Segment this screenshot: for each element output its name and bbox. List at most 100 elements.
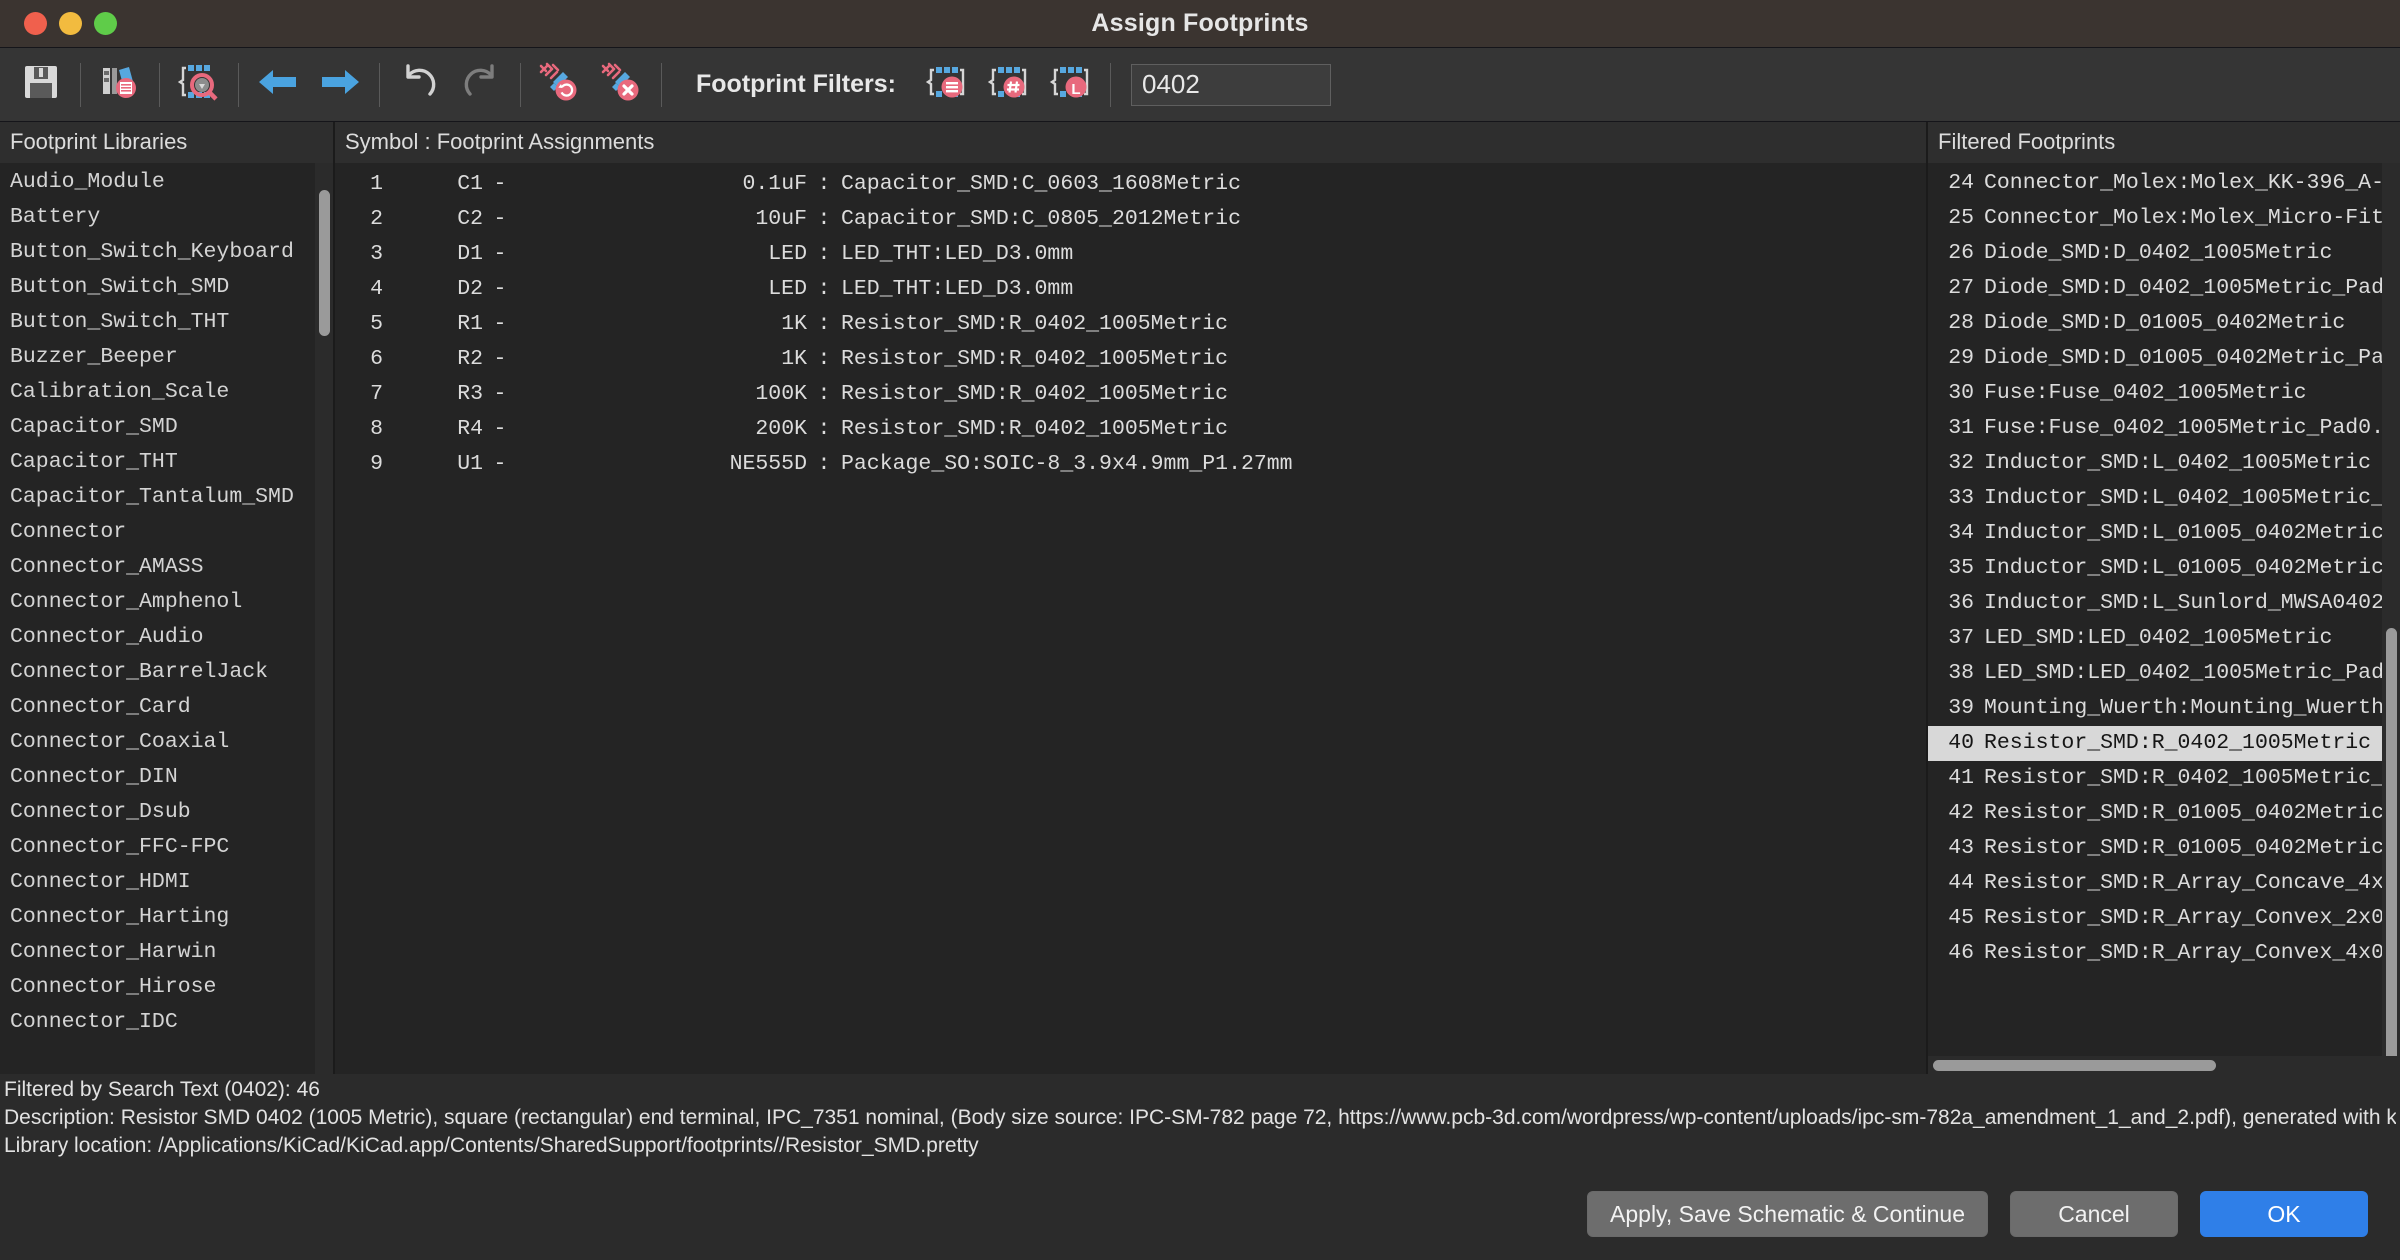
filtered-footprint-row[interactable]: 24 Connector_Molex:Molex_KK-396_A-41791-0… bbox=[1928, 166, 2400, 201]
apply-save-continue-button[interactable]: Apply, Save Schematic & Continue bbox=[1587, 1191, 1988, 1237]
filtered-footprint-row[interactable]: 25 Connector_Molex:Molex_Micro-Fit_3.0_43… bbox=[1928, 201, 2400, 236]
next-unassigned-button[interactable] bbox=[309, 54, 371, 116]
assignment-row[interactable]: 9 U1- NE555D: Package_SO:SOIC-8_3.9x4.9mm_P… bbox=[335, 447, 1926, 482]
library-list-item[interactable]: Connector_Card bbox=[0, 690, 333, 725]
assignment-row[interactable]: 6 R2- 1K: Resistor_SMD:R_0402_1005Metric bbox=[335, 342, 1926, 377]
filtered-footprint-row[interactable]: 36 Inductor_SMD:L_Sunlord_MWSA0402S bbox=[1928, 586, 2400, 621]
filter-by-pin-count-button[interactable] bbox=[978, 54, 1040, 116]
minimize-window-button[interactable] bbox=[59, 12, 82, 35]
filtered-footprint-row[interactable]: 41 Resistor_SMD:R_0402_1005Metric_Pad0.72… bbox=[1928, 761, 2400, 796]
scrollbar-thumb[interactable] bbox=[2386, 627, 2397, 1074]
scrollbar-thumb[interactable] bbox=[1932, 1060, 2216, 1071]
ok-button[interactable]: OK bbox=[2200, 1191, 2368, 1237]
assignment-reference: R1 bbox=[457, 312, 483, 336]
library-list-item[interactable]: Connector_Dsub bbox=[0, 795, 333, 830]
redo-button[interactable] bbox=[450, 54, 512, 116]
footprint-search-input[interactable] bbox=[1130, 63, 1331, 106]
filtered-footprint-row[interactable]: 30 Fuse:Fuse_0402_1005Metric bbox=[1928, 376, 2400, 411]
filtered-footprint-row[interactable]: 38 LED_SMD:LED_0402_1005Metric_Pad0.77x0.… bbox=[1928, 656, 2400, 691]
cancel-button[interactable]: Cancel bbox=[2010, 1191, 2178, 1237]
assignment-row[interactable]: 1 C1- 0.1uF: Capacitor_SMD:C_0603_1608Metri… bbox=[335, 167, 1926, 202]
assignment-row[interactable]: 8 R4- 200K: Resistor_SMD:R_0402_1005Metric bbox=[335, 412, 1926, 447]
view-footprint-button[interactable] bbox=[168, 54, 230, 116]
filtered-footprints-vscrollbar[interactable] bbox=[2382, 163, 2400, 1074]
filtered-footprint-row[interactable]: 42 Resistor_SMD:R_01005_0402Metric bbox=[1928, 796, 2400, 831]
assignment-value: 100K bbox=[755, 382, 807, 406]
assignment-row[interactable]: 2 C2- 10uF: Capacitor_SMD:C_0805_2012Metric bbox=[335, 202, 1926, 237]
filtered-footprints-hscrollbar[interactable] bbox=[1928, 1056, 2400, 1074]
toolbar-separator-6 bbox=[661, 62, 662, 107]
filtered-count-text: Filtered by Search Text (0402): 46 bbox=[4, 1078, 320, 1101]
filtered-footprints-list[interactable]: 24 Connector_Molex:Molex_KK-396_A-41791-0… bbox=[1928, 163, 2400, 971]
filtered-footprint-row[interactable]: 34 Inductor_SMD:L_01005_0402Metric bbox=[1928, 516, 2400, 551]
library-list-item[interactable]: Button_Switch_SMD bbox=[0, 270, 333, 305]
library-list-item[interactable]: Connector bbox=[0, 515, 333, 550]
assignment-row[interactable]: 7 R3- 100K: Resistor_SMD:R_0402_1005Metric bbox=[335, 377, 1926, 412]
filtered-footprint-row[interactable]: 39 Mounting_Wuerth:Mounting_Wuerth_WA-SMS… bbox=[1928, 691, 2400, 726]
filtered-footprint-row[interactable]: 43 Resistor_SMD:R_01005_0402Metric_Pad0.5… bbox=[1928, 831, 2400, 866]
delete-associations-button[interactable] bbox=[591, 54, 653, 116]
library-list-item[interactable]: Buzzer_Beeper bbox=[0, 340, 333, 375]
library-list-item[interactable]: Calibration_Scale bbox=[0, 375, 333, 410]
library-list-item[interactable]: Button_Switch_THT bbox=[0, 305, 333, 340]
auto-associate-button[interactable] bbox=[529, 54, 591, 116]
assignment-value: 1K bbox=[781, 347, 807, 371]
library-list-item[interactable]: Connector_BarrelJack bbox=[0, 655, 333, 690]
assignment-dash: - bbox=[493, 347, 507, 371]
filtered-footprint-row[interactable]: 27 Diode_SMD:D_0402_1005Metric_Pad0.77x0.… bbox=[1928, 271, 2400, 306]
library-list-item[interactable]: Audio_Module bbox=[0, 165, 333, 200]
edit-footprint-libraries-button[interactable] bbox=[89, 54, 151, 116]
filtered-footprint-row[interactable]: 31 Fuse:Fuse_0402_1005Metric_Pad0.77x0.64… bbox=[1928, 411, 2400, 446]
filtered-footprint-row[interactable]: 37 LED_SMD:LED_0402_1005Metric bbox=[1928, 621, 2400, 656]
zoom-window-button[interactable] bbox=[94, 12, 117, 35]
library-list-item[interactable]: Connector_FFC-FPC bbox=[0, 830, 333, 865]
filtered-footprint-row[interactable]: 35 Inductor_SMD:L_01005_0402Metric_Pad0.5… bbox=[1928, 551, 2400, 586]
library-list-item[interactable]: Capacitor_THT bbox=[0, 445, 333, 480]
library-list-item[interactable]: Button_Switch_Keyboard bbox=[0, 235, 333, 270]
library-list-item[interactable]: Connector_IDC bbox=[0, 1005, 333, 1040]
close-window-button[interactable] bbox=[24, 12, 47, 35]
library-list-item[interactable]: Connector_Harting bbox=[0, 900, 333, 935]
assignment-colon: : bbox=[817, 452, 831, 476]
filtered-footprint-name: Inductor_SMD:L_01005_0402Metric bbox=[1984, 521, 2384, 545]
filtered-footprint-index: 38 bbox=[1948, 661, 1974, 685]
library-list-item[interactable]: Connector_Hirose bbox=[0, 970, 333, 1005]
library-list-item[interactable]: Connector_Coaxial bbox=[0, 725, 333, 760]
library-list-item[interactable]: Capacitor_Tantalum_SMD bbox=[0, 480, 333, 515]
assignment-footprint: LED_THT:LED_D3.0mm bbox=[841, 277, 1074, 301]
footprint-libraries-list[interactable]: Audio_Module Battery Button_Switch_Keyboar… bbox=[0, 163, 333, 1040]
save-netlist-button[interactable] bbox=[10, 54, 72, 116]
footprint-description-text: Description: Resistor SMD 0402 (1005 Met… bbox=[4, 1106, 2396, 1129]
symbol-assignments-list[interactable]: 1 C1-0.1uF: Capacitor_SMD:C_0603_1608Metri… bbox=[335, 163, 1926, 482]
library-list-item[interactable]: Connector_HDMI bbox=[0, 865, 333, 900]
filtered-footprint-row[interactable]: 26 Diode_SMD:D_0402_1005Metric bbox=[1928, 236, 2400, 271]
filtered-footprint-row[interactable]: 44 Resistor_SMD:R_Array_Concave_4x0402 bbox=[1928, 866, 2400, 901]
library-list-item[interactable]: Connector_DIN bbox=[0, 760, 333, 795]
filtered-footprint-row-selected[interactable]: 40 Resistor_SMD:R_0402_1005Metric bbox=[1928, 726, 2400, 761]
library-list-item[interactable]: Connector_Amphenol bbox=[0, 585, 333, 620]
assignment-row[interactable]: 3 D1- LED: LED_THT:LED_D3.0mm bbox=[335, 237, 1926, 272]
library-list-item[interactable]: Connector_Audio bbox=[0, 620, 333, 655]
auto-associate-icon bbox=[537, 60, 583, 109]
scrollbar-thumb[interactable] bbox=[319, 190, 330, 337]
filtered-footprint-row[interactable]: 28 Diode_SMD:D_01005_0402Metric bbox=[1928, 306, 2400, 341]
previous-unassigned-button[interactable] bbox=[247, 54, 309, 116]
filtered-footprint-row[interactable]: 32 Inductor_SMD:L_0402_1005Metric bbox=[1928, 446, 2400, 481]
filtered-footprint-row[interactable]: 45 Resistor_SMD:R_Array_Convex_2x0402 bbox=[1928, 901, 2400, 936]
assignment-row[interactable]: 5 R1- 1K: Resistor_SMD:R_0402_1005Metric bbox=[335, 307, 1926, 342]
library-list-item[interactable]: Capacitor_SMD bbox=[0, 410, 333, 445]
filtered-footprint-row[interactable]: 33 Inductor_SMD:L_0402_1005Metric_Pad0.77… bbox=[1928, 481, 2400, 516]
toolbar-separator-5 bbox=[520, 62, 521, 107]
filtered-footprint-name: Inductor_SMD:L_01005_0402Metric_Pad0.57x… bbox=[1984, 556, 2400, 580]
undo-button[interactable] bbox=[388, 54, 450, 116]
filter-by-keyword-button[interactable]: L bbox=[1040, 54, 1102, 116]
footprint-libraries-scrollbar[interactable] bbox=[315, 163, 333, 1074]
filter-by-library-button[interactable] bbox=[916, 54, 978, 116]
filtered-footprint-row[interactable]: 46 Resistor_SMD:R_Array_Convex_4x0402 bbox=[1928, 936, 2400, 971]
library-list-item[interactable]: Connector_AMASS bbox=[0, 550, 333, 585]
library-list-item[interactable]: Battery bbox=[0, 200, 333, 235]
footprint-libraries-body: Audio_Module Battery Button_Switch_Keyboar… bbox=[0, 163, 333, 1074]
assignment-row[interactable]: 4 D2- LED: LED_THT:LED_D3.0mm bbox=[335, 272, 1926, 307]
library-list-item[interactable]: Connector_Harwin bbox=[0, 935, 333, 970]
filtered-footprint-row[interactable]: 29 Diode_SMD:D_01005_0402Metric_Pad0.57x0… bbox=[1928, 341, 2400, 376]
